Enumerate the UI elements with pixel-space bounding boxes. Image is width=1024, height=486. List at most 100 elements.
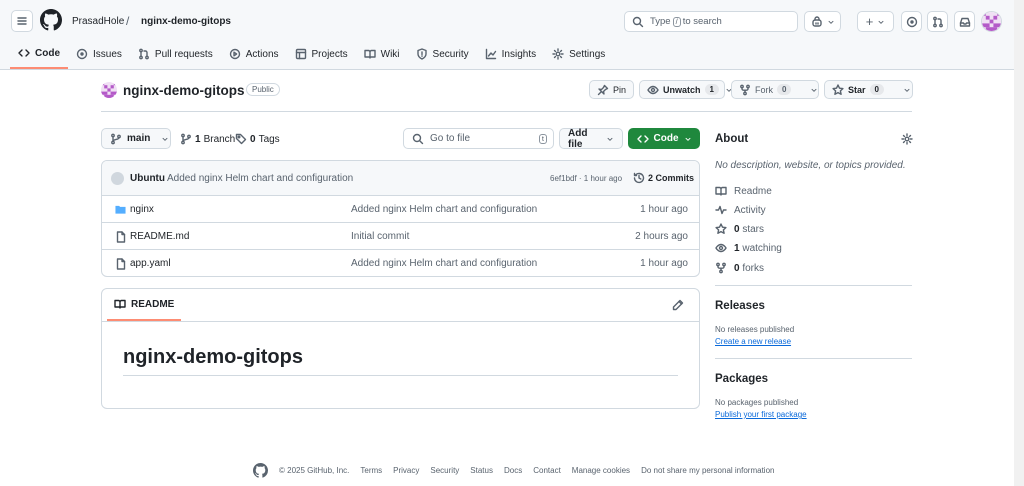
fork-icon xyxy=(715,262,727,274)
commit-hash-time[interactable]: 6ef1bdf · 1 hour ago xyxy=(550,174,622,183)
readme-tab[interactable]: README xyxy=(107,289,182,321)
chevron-down-icon[interactable] xyxy=(903,86,911,94)
menu-button[interactable] xyxy=(11,10,33,32)
commits-link[interactable]: 2 Commits xyxy=(633,172,694,184)
book-icon xyxy=(715,185,727,197)
inbox-icon xyxy=(959,16,971,28)
readme-link[interactable]: Readme xyxy=(715,185,772,197)
table-row[interactable]: README.md Initial commit 2 hours ago xyxy=(102,223,699,250)
page-scrollbar[interactable] xyxy=(1014,0,1024,486)
footer-link-contact[interactable]: Contact xyxy=(533,466,561,475)
commit-message[interactable]: Added nginx Helm chart and configuration xyxy=(167,173,353,184)
history-icon xyxy=(633,172,645,184)
stars-link[interactable]: 0 stars xyxy=(715,223,764,235)
shield-icon xyxy=(416,48,428,60)
unwatch-button[interactable]: Unwatch 1 xyxy=(639,80,732,99)
footer-link-docs[interactable]: Docs xyxy=(504,466,522,475)
file-time: 1 hour ago xyxy=(640,204,688,215)
file-commit-message[interactable]: Initial commit xyxy=(351,231,409,242)
repo-title[interactable]: nginx-demo-gitops xyxy=(123,83,245,98)
search-icon xyxy=(632,16,644,28)
publish-package-link[interactable]: Publish your first package xyxy=(715,410,807,419)
user-avatar[interactable] xyxy=(981,11,1002,32)
chevron-down-icon[interactable] xyxy=(810,86,818,94)
tag-icon xyxy=(235,133,247,145)
file-name[interactable]: README.md xyxy=(130,231,189,242)
activity-link[interactable]: Activity xyxy=(715,204,766,216)
readme-heading: nginx-demo-gitops xyxy=(123,346,303,368)
releases-heading[interactable]: Releases xyxy=(715,300,765,312)
file-icon xyxy=(115,231,127,243)
tab-wiki[interactable]: Wiki xyxy=(356,42,408,66)
inbox-button[interactable] xyxy=(954,11,975,32)
search-placeholder: Type / to search xyxy=(650,16,722,27)
tags-link[interactable]: 0 Tags xyxy=(235,133,280,145)
go-to-file-input[interactable]: Go to file t xyxy=(403,128,554,149)
forks-link[interactable]: 0 forks xyxy=(715,262,764,274)
tab-code-label: Code xyxy=(35,47,60,59)
github-footer-logo-icon[interactable] xyxy=(253,463,268,478)
create-release-link[interactable]: Create a new release xyxy=(715,337,791,346)
file-commit-message[interactable]: Added nginx Helm chart and configuration xyxy=(351,258,537,269)
repo-nav-tabs: Code Issues Pull requests Actions Projec… xyxy=(10,42,613,69)
footer-link-manage-cookies[interactable]: Manage cookies xyxy=(572,466,630,475)
avatar[interactable] xyxy=(111,172,124,185)
stars-count: 0 xyxy=(734,223,740,235)
footer-link-privacy[interactable]: Privacy xyxy=(393,466,419,475)
file-time: 2 hours ago xyxy=(635,231,688,242)
sidebar-divider xyxy=(715,285,912,286)
eye-icon xyxy=(715,242,727,254)
fork-icon xyxy=(739,84,751,96)
visibility-badge: Public xyxy=(246,83,280,96)
add-file-button[interactable]: Add file xyxy=(559,128,623,150)
file-name[interactable]: nginx xyxy=(130,204,154,215)
breadcrumb-owner[interactable]: PrasadHole xyxy=(72,16,124,27)
footer-link-security[interactable]: Security xyxy=(430,466,459,475)
fork-count: 0 xyxy=(777,84,792,95)
branches-link[interactable]: 1 Branch xyxy=(180,133,235,145)
fork-button[interactable]: Fork 0 xyxy=(731,80,819,99)
tab-insights[interactable]: Insights xyxy=(477,42,544,66)
packages-heading[interactable]: Packages xyxy=(715,373,768,385)
footer-link-do-not-share[interactable]: Do not share my personal information xyxy=(641,466,774,475)
pin-label: Pin xyxy=(613,84,627,95)
tags-label: Tags xyxy=(258,133,280,145)
footer-link-status[interactable]: Status xyxy=(470,466,493,475)
watching-link[interactable]: 1 watching xyxy=(715,242,782,254)
copilot-button[interactable] xyxy=(804,11,841,32)
forks-label: forks xyxy=(742,262,765,274)
tab-code[interactable]: Code xyxy=(10,42,68,69)
file-commit-message[interactable]: Added nginx Helm chart and configuration xyxy=(351,204,537,215)
footer-link-terms[interactable]: Terms xyxy=(360,466,382,475)
table-row[interactable]: nginx Added nginx Helm chart and configu… xyxy=(102,196,699,223)
tab-actions[interactable]: Actions xyxy=(221,42,287,66)
pencil-icon[interactable] xyxy=(672,299,684,311)
tab-security[interactable]: Security xyxy=(408,42,477,66)
readme-link-label: Readme xyxy=(734,185,772,197)
tab-issues[interactable]: Issues xyxy=(68,42,130,66)
issues-button[interactable] xyxy=(901,11,922,32)
search-input[interactable]: Type / to search xyxy=(624,11,798,32)
book-icon xyxy=(363,48,376,60)
gear-icon[interactable] xyxy=(901,133,913,145)
tab-pull-requests[interactable]: Pull requests xyxy=(130,42,221,66)
table-row[interactable]: app.yaml Added nginx Helm chart and conf… xyxy=(102,250,699,276)
file-name[interactable]: app.yaml xyxy=(130,258,171,269)
search-icon xyxy=(412,133,424,145)
chevron-down-icon xyxy=(877,18,885,26)
star-icon xyxy=(832,83,844,96)
github-logo-icon[interactable] xyxy=(40,9,62,31)
pull-requests-button[interactable] xyxy=(927,11,948,32)
code-button[interactable]: Code xyxy=(628,128,700,149)
pin-button[interactable]: Pin xyxy=(589,80,634,99)
tab-settings[interactable]: Settings xyxy=(544,42,613,66)
go-to-file-placeholder: Go to file xyxy=(430,133,471,144)
tab-projects[interactable]: Projects xyxy=(287,42,356,66)
branch-icon xyxy=(110,133,122,145)
create-new-button[interactable]: + xyxy=(857,11,894,32)
branch-select[interactable]: main xyxy=(101,128,171,149)
star-button[interactable]: Star 0 xyxy=(824,80,913,99)
tab-settings-label: Settings xyxy=(569,48,606,60)
breadcrumb-repo[interactable]: nginx-demo-gitops xyxy=(141,16,231,27)
commit-author[interactable]: Ubuntu xyxy=(130,173,165,184)
